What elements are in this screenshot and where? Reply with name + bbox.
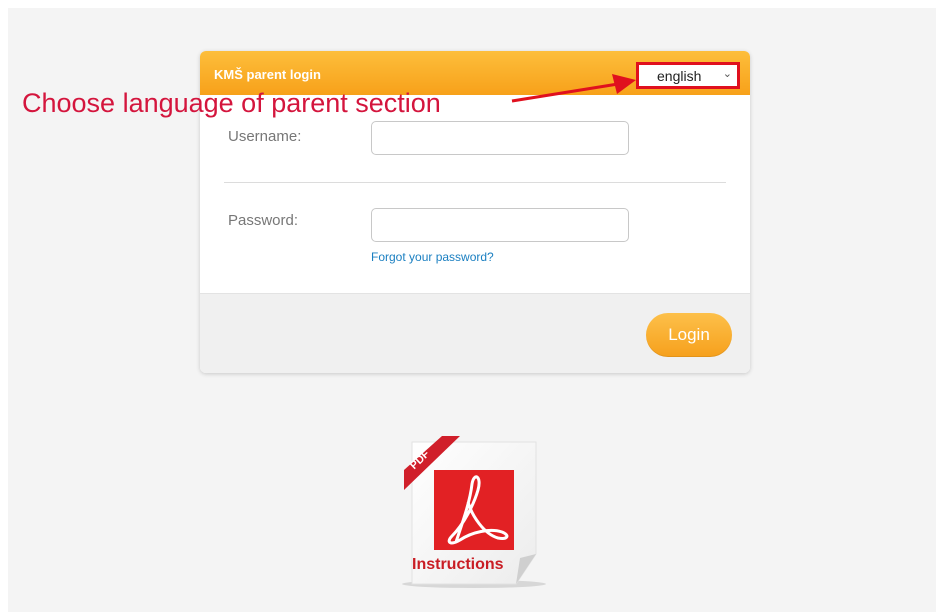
instructions-pdf-link[interactable]: PDF Instructions [398, 432, 558, 592]
arrow-shaft [511, 82, 619, 103]
arrow-head [612, 74, 636, 94]
instructions-caption: Instructions [412, 556, 504, 573]
